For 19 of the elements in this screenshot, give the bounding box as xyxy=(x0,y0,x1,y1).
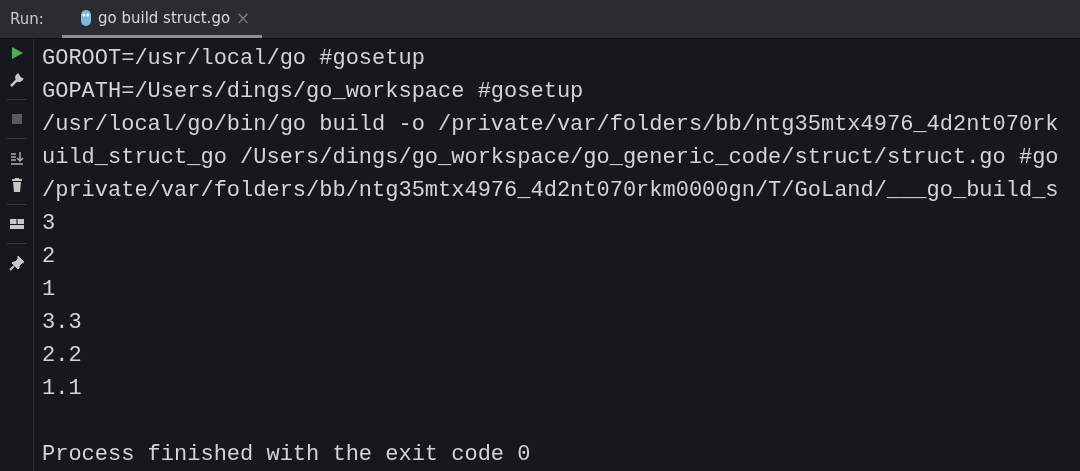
console-line: /usr/local/go/bin/go build -o /private/var/folders/bb/ntg35mtx4976_4d2nt070rk xyxy=(42,111,1059,139)
console-line: 1.1 xyxy=(42,375,83,403)
gopher-icon xyxy=(80,8,92,27)
run-tab[interactable]: go build struct.go × xyxy=(62,0,263,38)
wrench-icon[interactable] xyxy=(8,72,25,88)
console-line: uild_struct_go /Users/dings/go_workspace/go_generic_code/struct/struct.go #go xyxy=(42,144,1059,172)
console-line: 2 xyxy=(42,243,57,271)
scroll-to-end-icon[interactable] xyxy=(8,150,25,166)
console-line: 2.2 xyxy=(42,342,83,370)
console-line: /private/var/folders/bb/ntg35mtx4976_4d2nt070rkm0000gn/T/GoLand/___go_build_s xyxy=(42,177,1059,205)
console-line: GOPATH=/Users/dings/go_workspace #gosetup xyxy=(42,78,585,106)
console-line: 3 xyxy=(42,210,57,238)
pin-icon[interactable] xyxy=(8,255,25,271)
console-line: GOROOT=/usr/local/go #gosetup xyxy=(42,45,426,73)
console-line: 3.3 xyxy=(42,309,83,337)
console-line: 1 xyxy=(42,276,57,304)
exit-message: Process finished with the exit code 0 xyxy=(42,441,532,469)
layout-icon[interactable] xyxy=(8,216,25,232)
run-label: Run: xyxy=(9,10,45,28)
